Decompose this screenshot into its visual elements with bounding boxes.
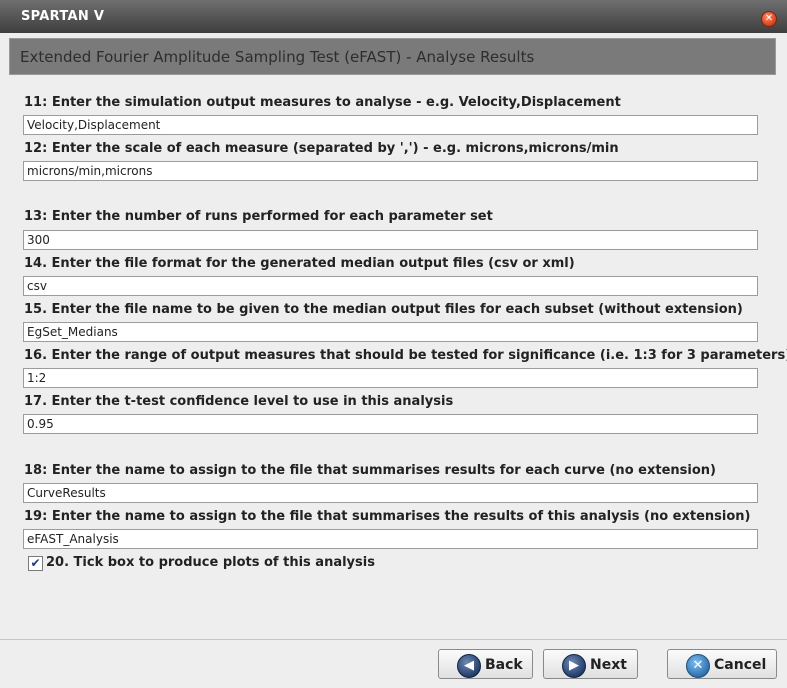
- analysis-file-input[interactable]: [23, 529, 758, 549]
- ttest-confidence-input[interactable]: [23, 414, 758, 434]
- output-measures-input[interactable]: [23, 115, 758, 135]
- file-format-input[interactable]: [23, 276, 758, 296]
- close-icon[interactable]: ✕: [761, 11, 777, 27]
- page-title: Extended Fourier Amplitude Sampling Test…: [20, 48, 535, 66]
- measure-scale-input[interactable]: [23, 161, 758, 181]
- title-bar: SPARTAN V ✕: [0, 0, 787, 34]
- window-title: SPARTAN V: [21, 9, 105, 24]
- next-button[interactable]: ▶ Next: [543, 649, 638, 679]
- field-label-number-of-runs: 13: Enter the number of runs performed f…: [24, 209, 493, 224]
- dialog-content: Extended Fourier Amplitude Sampling Test…: [0, 33, 787, 688]
- field-label-ttest-confidence: 17. Enter the t-test confidence level to…: [24, 394, 454, 409]
- field-label-analysis-file: 19: Enter the name to assign to the file…: [24, 509, 751, 524]
- plots-checkbox-label: 20. Tick box to produce plots of this an…: [46, 555, 375, 570]
- header-bar: Extended Fourier Amplitude Sampling Test…: [9, 38, 776, 75]
- field-label-measure-scale: 12: Enter the scale of each measure (sep…: [24, 141, 619, 156]
- field-label-curve-results-file: 18: Enter the name to assign to the file…: [24, 463, 716, 478]
- field-label-output-measures: 11: Enter the simulation output measures…: [24, 95, 621, 110]
- median-file-name-input[interactable]: [23, 322, 758, 342]
- back-button-label: Back: [485, 657, 523, 673]
- curve-results-file-input[interactable]: [23, 483, 758, 503]
- field-label-significance-range: 16. Enter the range of output measures t…: [24, 348, 787, 363]
- back-arrow-icon: ◀: [457, 654, 481, 678]
- footer-divider: [0, 639, 787, 640]
- cancel-button-label: Cancel: [714, 657, 767, 673]
- cancel-x-icon: ✕: [686, 654, 710, 678]
- significance-range-input[interactable]: [23, 368, 758, 388]
- next-button-label: Next: [590, 657, 627, 673]
- number-of-runs-input[interactable]: [23, 230, 758, 250]
- plots-checkbox[interactable]: ✔: [28, 556, 43, 571]
- back-button[interactable]: ◀ Back: [438, 649, 533, 679]
- cancel-button[interactable]: ✕ Cancel: [667, 649, 777, 679]
- field-label-median-file-name: 15. Enter the file name to be given to t…: [24, 302, 743, 317]
- next-arrow-icon: ▶: [562, 654, 586, 678]
- field-label-file-format: 14. Enter the file format for the genera…: [24, 256, 575, 271]
